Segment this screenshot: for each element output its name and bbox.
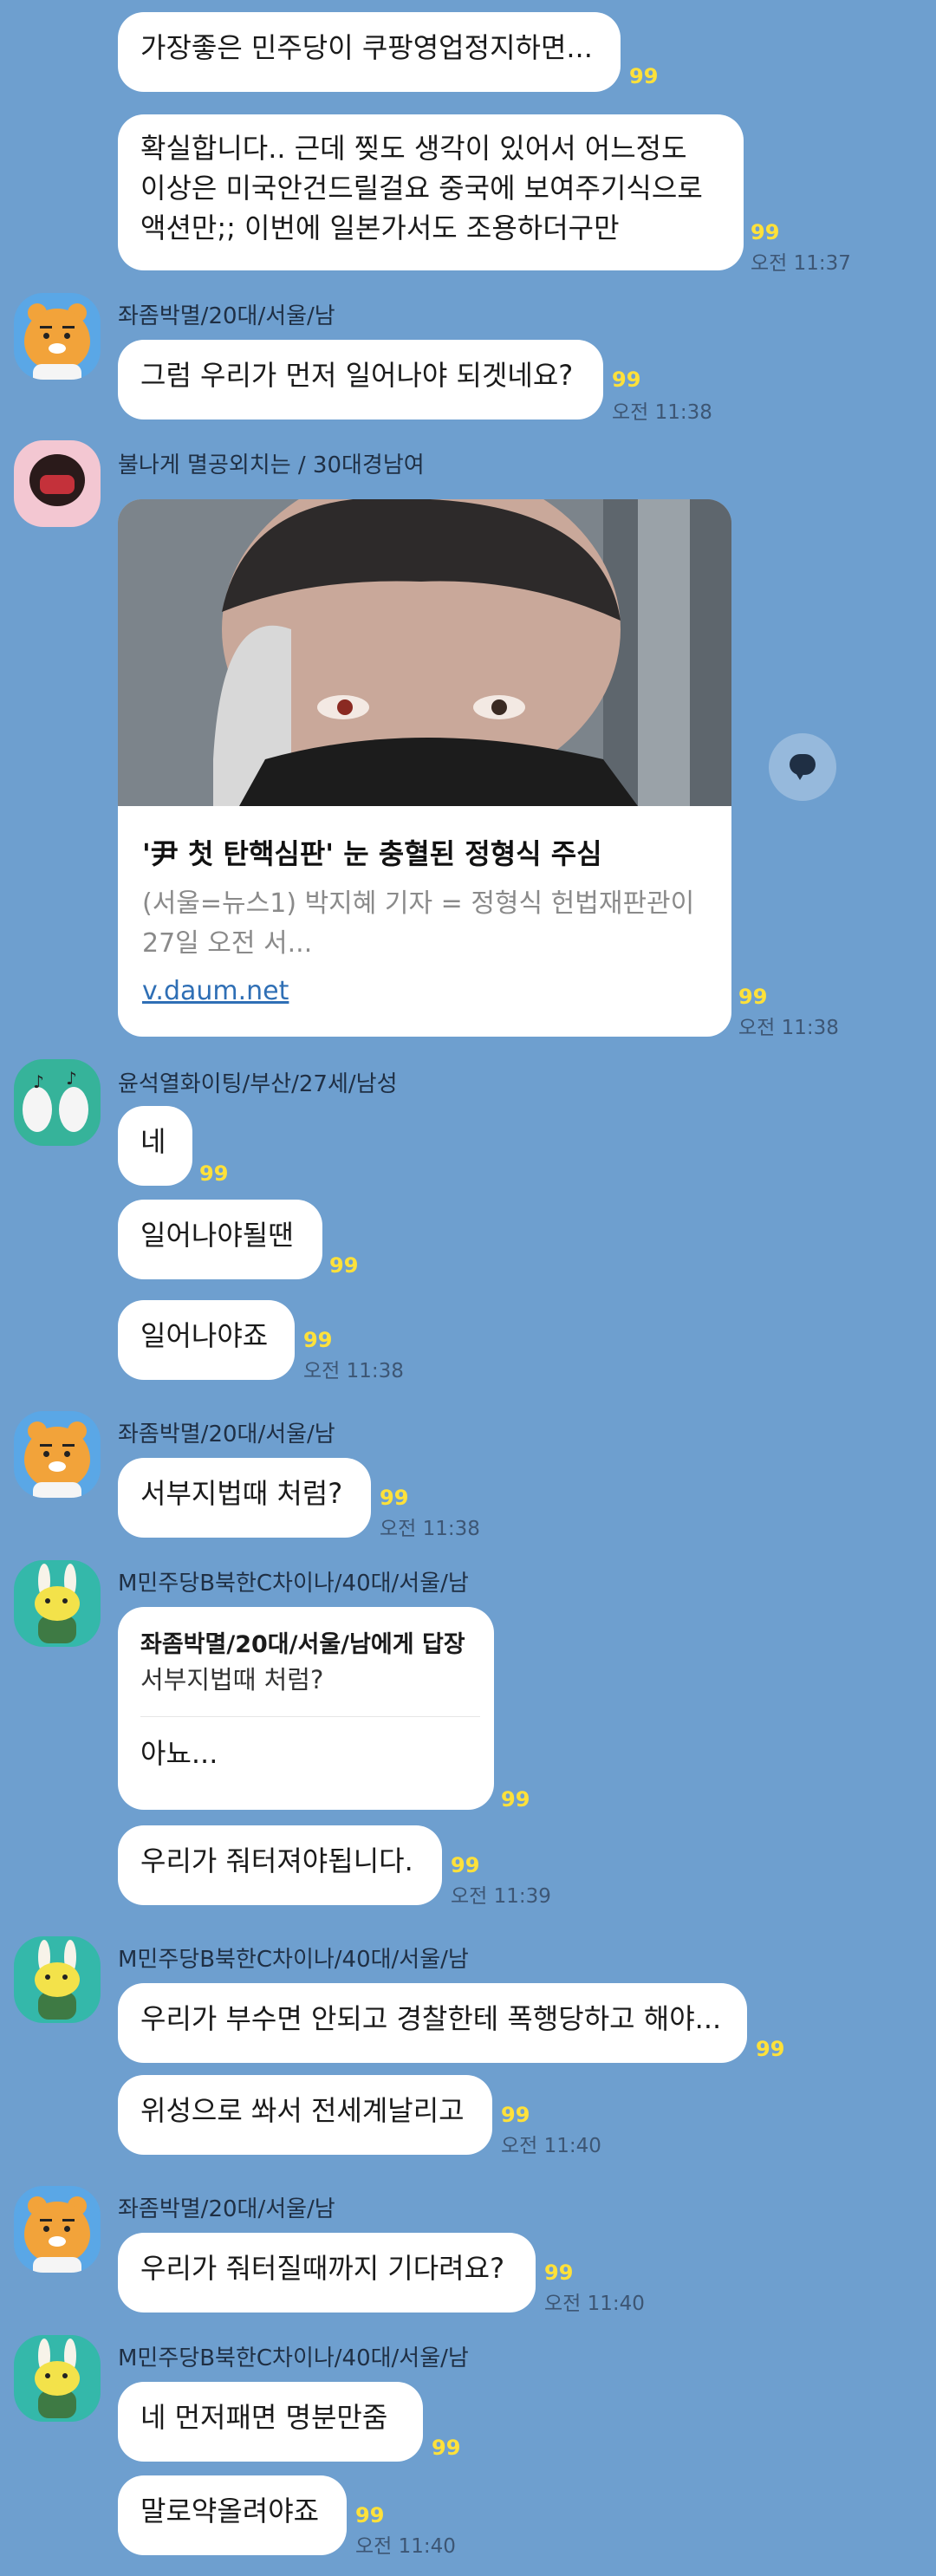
unread-count: 99 [432, 2436, 461, 2460]
sender-name[interactable]: 좌좀박멸/20대/서울/남 [118, 2191, 335, 2223]
message-time: 오전 11:38 [738, 1017, 839, 1039]
reply-target: 좌좀박멸/20대/서울/남에게 답장 [140, 1631, 465, 1658]
unread-count: 99 [751, 220, 780, 244]
message-time: 오전 11:40 [501, 2135, 601, 2157]
unread-count: 99 [199, 1161, 229, 1186]
card-title: '尹 첫 탄핵심판' 눈 충혈된 정형식 주심 [142, 837, 602, 870]
message-text: 확실합니다.. 근데 찢도 생각이 있어서 어느정도 이상은 미국안건드릴걸요 … [140, 132, 703, 244]
profile-avatar[interactable] [14, 440, 101, 527]
profile-avatar[interactable] [14, 2186, 101, 2273]
message-text: 서부지법때 처럼? [140, 1477, 343, 1510]
profile-avatar[interactable] [14, 293, 101, 380]
card-description: (서울=뉴스1) 박지혜 기자 = 정형식 헌법재판관이 27일 오전 서... [142, 888, 695, 959]
message-time: 오전 11:40 [544, 2293, 645, 2315]
profile-avatar[interactable] [14, 1936, 101, 2023]
message-bubble[interactable]: 우리가 부수면 안되고 경찰한테 폭행당하고 해야... [118, 1983, 747, 2063]
message-text: 네 먼저패면 명분만줌 [140, 2401, 388, 2434]
profile-avatar[interactable] [14, 1411, 101, 1498]
profile-avatar[interactable]: ♪ ♪ [14, 1059, 101, 1146]
unread-count: 99 [355, 2503, 385, 2527]
unread-count: 99 [303, 1328, 333, 1352]
sender-name[interactable]: 윤석열화이팅/부산/27세/남성 [118, 1066, 397, 1098]
message-text: 그럼 우리가 먼저 일어나야 되겟네요? [140, 359, 574, 392]
unread-count: 99 [738, 985, 768, 1009]
message-bubble[interactable]: 네 [118, 1106, 192, 1186]
message-bubble[interactable]: 위성으로 쏴서 전세계날리고 [118, 2075, 492, 2155]
message-time: 오전 11:39 [451, 1885, 551, 1908]
message-text: 우리가 줘터질때까지 기다려요? [140, 2252, 505, 2285]
reply-divider [140, 1716, 480, 1717]
reply-message-bubble[interactable]: 좌좀박멸/20대/서울/남에게 답장 서부지법때 처럼? 아뇨... [118, 1607, 494, 1810]
unread-count: 99 [544, 2261, 574, 2285]
sender-name[interactable]: M민주당B북한C차이나/40대/서울/남 [118, 2340, 469, 2372]
link-preview-card[interactable]: '尹 첫 탄핵심판' 눈 충혈된 정형식 주심 (서울=뉴스1) 박지혜 기자 … [118, 499, 731, 1037]
sender-name[interactable]: 불나게 멸공외치는 / 30대경남여 [118, 447, 425, 479]
message-text: 일어나야죠 [140, 1319, 269, 1352]
unread-count: 99 [612, 368, 641, 392]
message-text: 위성으로 쏴서 전세계날리고 [140, 2094, 465, 2127]
message-text: 가장좋은 민주당이 쿠팡영업정지하면... [140, 31, 593, 64]
news-photo [118, 499, 731, 806]
message-time: 오전 11:37 [751, 252, 851, 275]
sender-name[interactable]: M민주당B북한C차이나/40대/서울/남 [118, 1942, 469, 1974]
unread-count: 99 [451, 1853, 480, 1877]
message-time: 오전 11:38 [380, 1518, 480, 1540]
share-icon[interactable] [769, 733, 836, 801]
message-bubble[interactable]: 그럼 우리가 먼저 일어나야 되겟네요? [118, 340, 603, 420]
sender-name[interactable]: 좌좀박멸/20대/서울/남 [118, 298, 335, 330]
message-bubble[interactable]: 일어나야죠 [118, 1300, 295, 1380]
reply-original-text: 서부지법때 처럼? [140, 1665, 324, 1695]
message-bubble[interactable]: 가장좋은 민주당이 쿠팡영업정지하면... [118, 12, 621, 92]
message-text: 일어나야될땐 [140, 1219, 294, 1252]
message-bubble[interactable]: 확실합니다.. 근데 찢도 생각이 있어서 어느정도 이상은 미국안건드릴걸요 … [118, 114, 744, 270]
message-time: 오전 11:38 [303, 1360, 404, 1382]
message-text: 우리가 줘터져야됩니다. [140, 1844, 413, 1877]
unread-count: 99 [380, 1486, 409, 1510]
message-text: 아뇨... [140, 1737, 218, 1770]
message-text: 우리가 부수면 안되고 경찰한테 폭행당하고 해야... [140, 2002, 722, 2035]
message-bubble[interactable]: 우리가 줘터질때까지 기다려요? [118, 2233, 536, 2313]
card-link[interactable]: v.daum.net [142, 976, 289, 1006]
unread-count: 99 [329, 1253, 359, 1278]
message-bubble[interactable]: 우리가 줘터져야됩니다. [118, 1825, 442, 1905]
message-bubble[interactable]: 일어나야될땐 [118, 1200, 322, 1279]
profile-avatar[interactable] [14, 1560, 101, 1647]
message-time: 오전 11:38 [612, 401, 712, 424]
unread-count: 99 [629, 64, 659, 88]
sender-name[interactable]: 좌좀박멸/20대/서울/남 [118, 1416, 335, 1448]
news-thumbnail-image [118, 499, 731, 806]
message-text: 말로약올려야죠 [140, 2495, 320, 2527]
unread-count: 99 [501, 2103, 530, 2127]
unread-count: 99 [501, 1787, 530, 1812]
message-bubble[interactable]: 서부지법때 처럼? [118, 1458, 371, 1538]
message-text: 네 [140, 1125, 166, 1158]
sender-name[interactable]: M민주당B북한C차이나/40대/서울/남 [118, 1565, 469, 1597]
profile-avatar[interactable] [14, 2335, 101, 2422]
message-bubble[interactable]: 네 먼저패면 명분만줌 [118, 2382, 423, 2462]
unread-count: 99 [756, 2037, 785, 2061]
message-time: 오전 11:40 [355, 2535, 456, 2558]
message-bubble[interactable]: 말로약올려야죠 [118, 2475, 347, 2555]
